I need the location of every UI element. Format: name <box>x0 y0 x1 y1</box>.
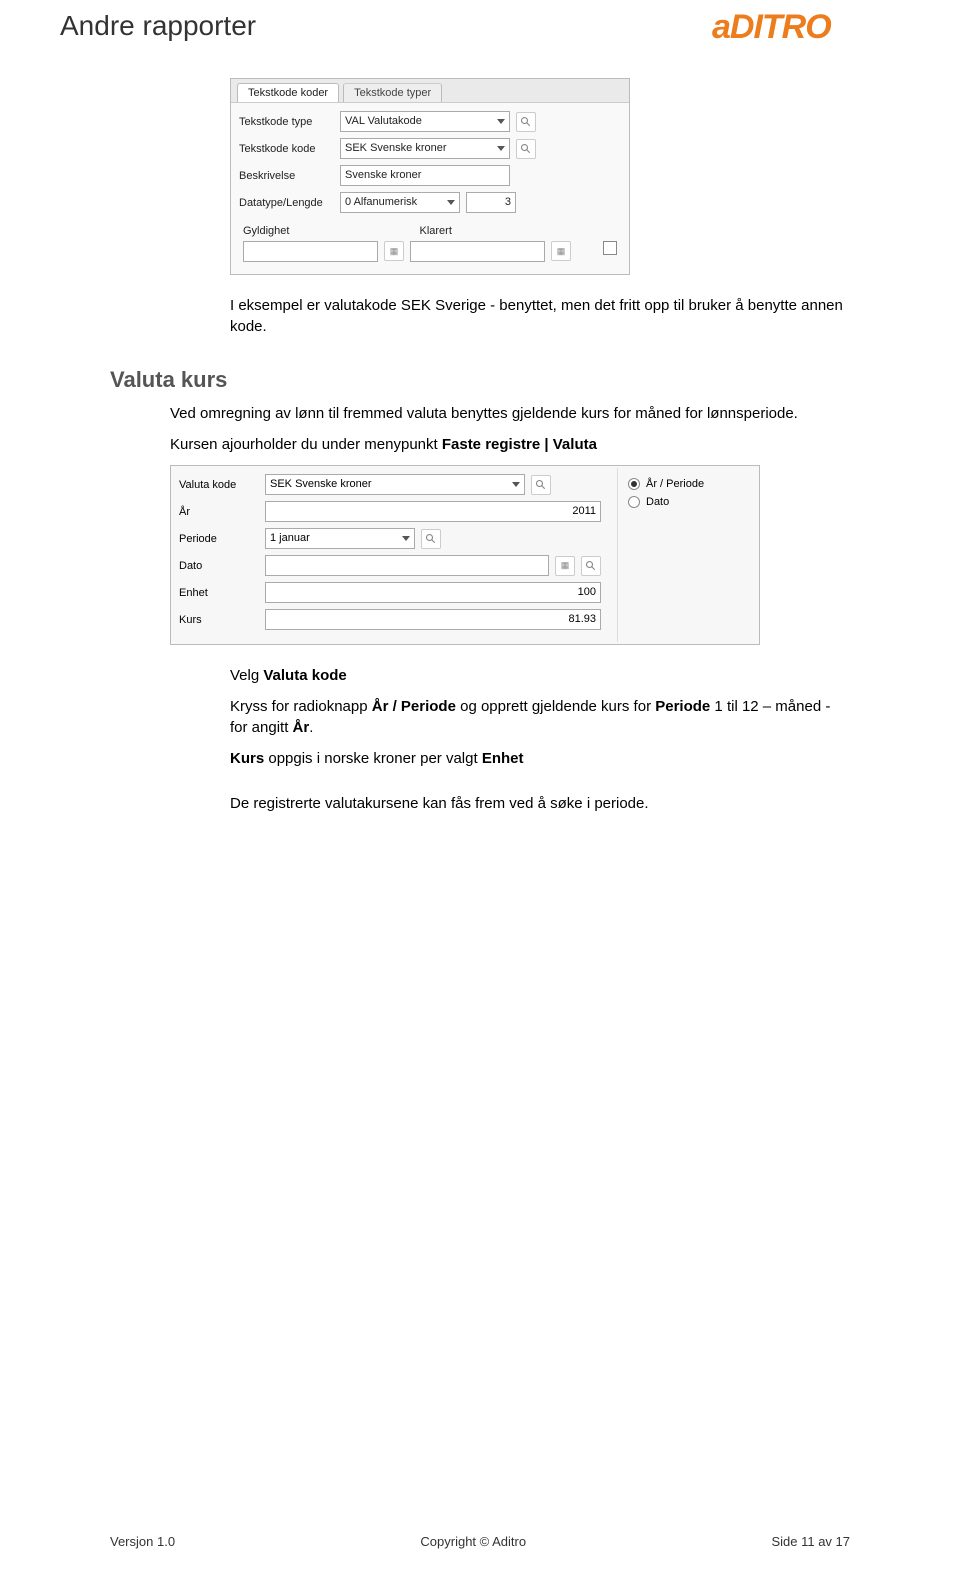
tab-label: Tekstkode koder <box>248 87 328 99</box>
text-span: Kursen ajourholder du under menypunkt <box>170 436 442 453</box>
svg-text:aDITRO: aDITRO <box>712 8 831 46</box>
tab-tekstkode-koder[interactable]: Tekstkode koder <box>237 83 339 102</box>
combo-value: 0 Alfanumerisk <box>345 193 417 212</box>
input-dato[interactable] <box>265 555 549 576</box>
input-value: Svenske kroner <box>345 166 421 185</box>
combo-valuta-kode[interactable]: SEK Svenske kroner <box>265 474 525 495</box>
valuta-window: Valuta kode SEK Svenske kroner År 2011 P… <box>170 465 760 645</box>
label-tekstkode-kode: Tekstkode kode <box>239 143 334 155</box>
search-icon[interactable] <box>581 556 601 576</box>
calendar-icon[interactable]: ▦ <box>384 241 404 261</box>
label-beskrivelse: Beskrivelse <box>239 170 334 182</box>
label-ar: År <box>179 506 259 518</box>
calendar-icon[interactable]: ▦ <box>555 556 575 576</box>
combo-value: SEK Svenske kroner <box>345 139 447 158</box>
chevron-down-icon <box>497 119 505 124</box>
combo-value: SEK Svenske kroner <box>270 475 372 494</box>
label-periode: Periode <box>179 533 259 545</box>
chevron-down-icon <box>447 200 455 205</box>
label-enhet: Enhet <box>179 587 259 599</box>
footer-center: Copyright © Aditro <box>420 1534 526 1549</box>
text-span: Kryss for radioknapp <box>230 698 372 715</box>
chevron-down-icon <box>512 482 520 487</box>
input-enhet[interactable]: 100 <box>265 582 601 603</box>
combo-tekstkode-kode[interactable]: SEK Svenske kroner <box>340 138 510 159</box>
chevron-down-icon <box>402 536 410 541</box>
footer-right: Side 11 av 17 <box>771 1534 850 1549</box>
paragraph-5: Kryss for radioknapp År / Periode og opp… <box>230 696 850 738</box>
text-span: og opprett gjeldende kurs for <box>456 698 655 715</box>
text-bold: År <box>293 719 310 736</box>
input-ar[interactable]: 2011 <box>265 501 601 522</box>
radio-ar-periode[interactable]: År / Periode <box>628 478 747 490</box>
text-bold: Enhet <box>482 750 524 767</box>
radio-label: År / Periode <box>646 478 704 490</box>
search-icon[interactable] <box>531 475 551 495</box>
text-bold: Faste registre | Valuta <box>442 436 597 453</box>
combo-value: VAL Valutakode <box>345 112 422 131</box>
section-heading-valuta-kurs: Valuta kurs <box>110 367 960 393</box>
paragraph-3: Kursen ajourholder du under menypunkt Fa… <box>170 434 850 455</box>
radio-dato[interactable]: Dato <box>628 496 747 508</box>
combo-datatype[interactable]: 0 Alfanumerisk <box>340 192 460 213</box>
combo-periode[interactable]: 1 januar <box>265 528 415 549</box>
tab-tekstkode-typer[interactable]: Tekstkode typer <box>343 83 442 102</box>
radio-icon <box>628 496 640 508</box>
search-icon[interactable] <box>516 112 536 132</box>
label-gyldighet: Gyldighet <box>243 225 289 237</box>
combo-tekstkode-type[interactable]: VAL Valutakode <box>340 111 510 132</box>
input-gyldighet-til[interactable] <box>410 241 545 262</box>
label-kurs: Kurs <box>179 614 259 626</box>
paragraph-2: Ved omregning av lønn til fremmed valuta… <box>170 403 850 424</box>
label-klarert: Klarert <box>419 225 451 237</box>
input-kurs[interactable]: 81.93 <box>265 609 601 630</box>
text-bold: Valuta kode <box>263 667 346 684</box>
input-value: 3 <box>505 193 511 212</box>
text-span: oppgis i norske kroner per valgt <box>264 750 482 767</box>
radio-label: Dato <box>646 496 669 508</box>
combo-value: 1 januar <box>270 529 310 548</box>
paragraph-4: Velg Valuta kode <box>230 665 850 686</box>
checkbox-klarert[interactable] <box>603 241 617 255</box>
text-span: . <box>309 719 313 736</box>
label-dato: Dato <box>179 560 259 572</box>
input-gyldighet-fra[interactable] <box>243 241 378 262</box>
input-value: 81.93 <box>568 610 596 629</box>
input-value: 100 <box>578 583 596 602</box>
text-span: Velg <box>230 667 263 684</box>
chevron-down-icon <box>497 146 505 151</box>
input-beskrivelse[interactable]: Svenske kroner <box>340 165 510 186</box>
label-valuta-kode: Valuta kode <box>179 479 259 491</box>
aditro-logo: aDITRO <box>712 6 900 48</box>
search-icon[interactable] <box>516 139 536 159</box>
page-footer: Versjon 1.0 Copyright © Aditro Side 11 a… <box>0 1534 960 1549</box>
page-title: Andre rapporter <box>60 10 256 42</box>
tekstkode-window: Tekstkode koder Tekstkode typer Tekstkod… <box>230 78 630 275</box>
text-bold: Kurs <box>230 750 264 767</box>
footer-left: Versjon 1.0 <box>110 1534 175 1549</box>
tab-label: Tekstkode typer <box>354 87 431 99</box>
text-bold: År / Periode <box>372 698 456 715</box>
text-bold: Periode <box>655 698 710 715</box>
paragraph-6: Kurs oppgis i norske kroner per valgt En… <box>230 748 850 769</box>
paragraph-1: I eksempel er valutakode SEK Sverige - b… <box>230 295 850 337</box>
paragraph-7: De registrerte valutakursene kan fås fre… <box>230 793 850 814</box>
input-value: 2011 <box>572 502 596 521</box>
calendar-icon[interactable]: ▦ <box>551 241 571 261</box>
input-lengde[interactable]: 3 <box>466 192 516 213</box>
radio-icon <box>628 478 640 490</box>
search-icon[interactable] <box>421 529 441 549</box>
label-tekstkode-type: Tekstkode type <box>239 116 334 128</box>
label-datatype: Datatype/Lengde <box>239 197 334 209</box>
